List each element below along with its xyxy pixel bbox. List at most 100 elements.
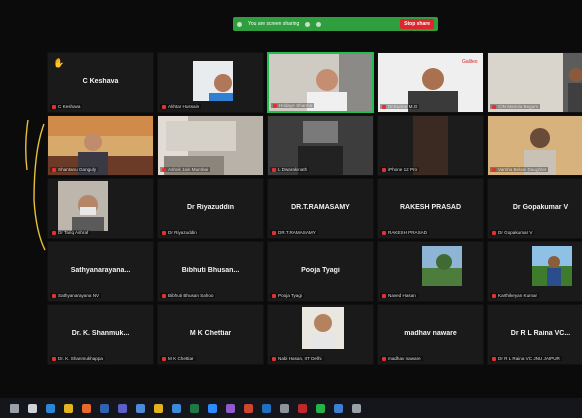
participant-name-label: Shantanu Ganguly xyxy=(50,167,99,172)
participant-tile[interactable]: Pooja Tyagi Pooja Tyagi xyxy=(267,241,374,302)
participant-video xyxy=(58,181,108,231)
pause-share-icon[interactable] xyxy=(305,21,311,27)
participant-tile[interactable]: Naved Hasan xyxy=(377,241,484,302)
chrome-icon[interactable] xyxy=(64,403,73,413)
muted-mic-icon xyxy=(162,293,166,298)
participant-name-text: madhav naware xyxy=(388,356,421,361)
participant-name-text: Nabi Hasan, IIT Delhi xyxy=(278,356,322,361)
participant-tile[interactable]: M K Chettiar M K Chettiar xyxy=(157,304,264,365)
participant-tile[interactable]: Dr R L Raina VC... Dr R L Raina VC JNU JA… xyxy=(487,304,582,365)
muted-mic-icon xyxy=(162,104,166,109)
participant-name-text: M K Chettiar xyxy=(168,356,194,361)
participant-tile[interactable]: madhav naware madhav naware xyxy=(377,304,484,365)
participant-tile[interactable]: Varsha Belani Daughter xyxy=(487,115,582,176)
muted-mic-icon xyxy=(52,293,56,298)
stop-share-button[interactable]: Stop share xyxy=(400,19,434,29)
outlook-icon[interactable] xyxy=(262,403,271,413)
annotation-stroke-1 xyxy=(25,119,29,171)
participant-tile[interactable]: RAKESH PRASAD RAKESH PRASAD xyxy=(377,178,484,239)
teams-icon[interactable] xyxy=(118,403,127,413)
participant-tile[interactable]: Shantanu Ganguly xyxy=(47,115,154,176)
participant-name-label: Nabi Hasan, IIT Delhi xyxy=(270,356,324,361)
participant-name-text: DR.T.RAMASAMY xyxy=(278,230,316,235)
muted-mic-icon xyxy=(272,356,276,361)
participant-tile[interactable]: L Dwarakinath xyxy=(267,115,374,176)
firefox-icon[interactable] xyxy=(82,403,91,413)
network-icon[interactable] xyxy=(352,403,361,413)
participant-display-name: Bibhuti Bhusan... xyxy=(181,267,240,274)
participant-name-label: Sathyanarayana NV xyxy=(50,293,102,298)
annotation-stroke-2 xyxy=(33,123,46,251)
settings-icon[interactable] xyxy=(280,403,289,413)
muted-mic-icon xyxy=(273,103,277,108)
zoom-meeting-window: You are screen sharing Stop share ✋ C Kes… xyxy=(0,0,582,418)
participant-name-text: Ashok Jain Mumbai xyxy=(168,167,209,172)
zoom-icon[interactable] xyxy=(208,403,217,413)
participant-tile[interactable]: Dr Gopakumar V Dr Gopakumar V xyxy=(487,178,582,239)
media-icon[interactable] xyxy=(226,403,235,413)
raised-hand-icon: ✋ xyxy=(53,58,65,68)
participant-video xyxy=(422,246,462,286)
participant-tile[interactable]: Dr Tariq Ashraf xyxy=(47,178,154,239)
muted-mic-icon xyxy=(382,167,386,172)
svg-text:Galileo: Galileo xyxy=(462,59,478,65)
annotate-icon[interactable] xyxy=(316,21,322,27)
participant-name-label: Pooja Tyagi xyxy=(270,293,304,298)
muted-mic-icon xyxy=(492,230,496,235)
participant-name-text: L Dwarakinath xyxy=(278,167,308,172)
participant-name-label: Dr Riyazuddin xyxy=(160,230,199,235)
participant-tile[interactable]: Dr. K. Shanmuk... Dr. K. Shanmukhappa xyxy=(47,304,154,365)
pdf-icon[interactable] xyxy=(298,403,307,413)
participant-tile[interactable]: Hridaye Sharma xyxy=(267,52,374,113)
muted-mic-icon xyxy=(272,167,276,172)
screen-share-banner: You are screen sharing Stop share xyxy=(233,17,438,31)
participant-tile[interactable]: Akhtar Hussain xyxy=(157,52,264,113)
muted-mic-icon xyxy=(492,167,496,172)
excel-icon[interactable] xyxy=(190,403,199,413)
whatsapp-icon[interactable] xyxy=(316,403,325,413)
participant-name-text: Sathyanarayana NV xyxy=(58,293,100,298)
powerpoint-icon[interactable] xyxy=(244,403,253,413)
start-icon[interactable] xyxy=(10,403,19,413)
participant-name-text: Varsha Belani Daughter xyxy=(498,167,547,172)
participant-name-label: RAKESH PRASAD xyxy=(380,230,430,235)
participant-name-label: iPhone 12 Pro xyxy=(380,167,420,172)
participant-name-text: Dr Tariq Ashraf xyxy=(58,230,89,235)
participant-tile[interactable]: Nabi Hasan, IIT Delhi xyxy=(267,304,374,365)
participant-tile[interactable]: ✋ C Keshava C Keshava xyxy=(47,52,154,113)
folder-icon[interactable] xyxy=(154,403,163,413)
word-icon[interactable] xyxy=(100,403,109,413)
participant-tile[interactable]: Galileo Dr.Kumar M.G xyxy=(377,52,484,113)
participant-display-name: RAKESH PRASAD xyxy=(399,204,462,211)
participant-video xyxy=(532,246,572,286)
muted-mic-icon xyxy=(492,104,496,109)
participant-tile[interactable]: DR.T.RAMASAMY DR.T.RAMASAMY xyxy=(267,178,374,239)
mail-icon[interactable] xyxy=(172,403,181,413)
participant-name-label: Varsha Belani Daughter xyxy=(490,167,549,172)
muted-mic-icon xyxy=(492,293,496,298)
edge-icon[interactable] xyxy=(46,403,55,413)
participant-name-label: Dr.Kumar M.G xyxy=(380,104,420,109)
search-icon[interactable] xyxy=(28,403,37,413)
participant-tile[interactable]: Bibhuti Bhusan... Bibhuti Bhusan Sahoo xyxy=(157,241,264,302)
participant-name-label: DR.T.RAMASAMY xyxy=(270,230,318,235)
participant-display-name: M K Chettiar xyxy=(189,330,232,337)
participant-tile[interactable]: Karthikeyan Kumar xyxy=(487,241,582,302)
participant-tile[interactable]: Sathyanarayana... Sathyanarayana NV xyxy=(47,241,154,302)
participant-tile[interactable]: Dr Riyazuddin Dr Riyazuddin xyxy=(157,178,264,239)
participant-tile[interactable]: Ashok Jain Mumbai xyxy=(157,115,264,176)
muted-mic-icon xyxy=(52,230,56,235)
muted-mic-icon xyxy=(382,356,386,361)
participant-display-name: Dr Gopakumar V xyxy=(512,204,569,211)
participant-name-label: CIN Mariola Begum xyxy=(490,104,541,109)
participant-name-text: Dr. K. Shanmukhappa xyxy=(58,356,103,361)
participant-name-label: Karthikeyan Kumar xyxy=(490,293,540,298)
participant-display-name: Sathyanarayana... xyxy=(70,267,131,274)
participant-video xyxy=(193,61,233,101)
participant-tile[interactable]: CIN Mariola Begum xyxy=(487,52,582,113)
participant-name-text: Dr Riyazuddin xyxy=(168,230,197,235)
photos-icon[interactable] xyxy=(334,403,343,413)
participant-name-text: Naved Hasan xyxy=(388,293,416,298)
store-icon[interactable] xyxy=(136,403,145,413)
participant-tile[interactable]: iPhone 12 Pro xyxy=(377,115,484,176)
